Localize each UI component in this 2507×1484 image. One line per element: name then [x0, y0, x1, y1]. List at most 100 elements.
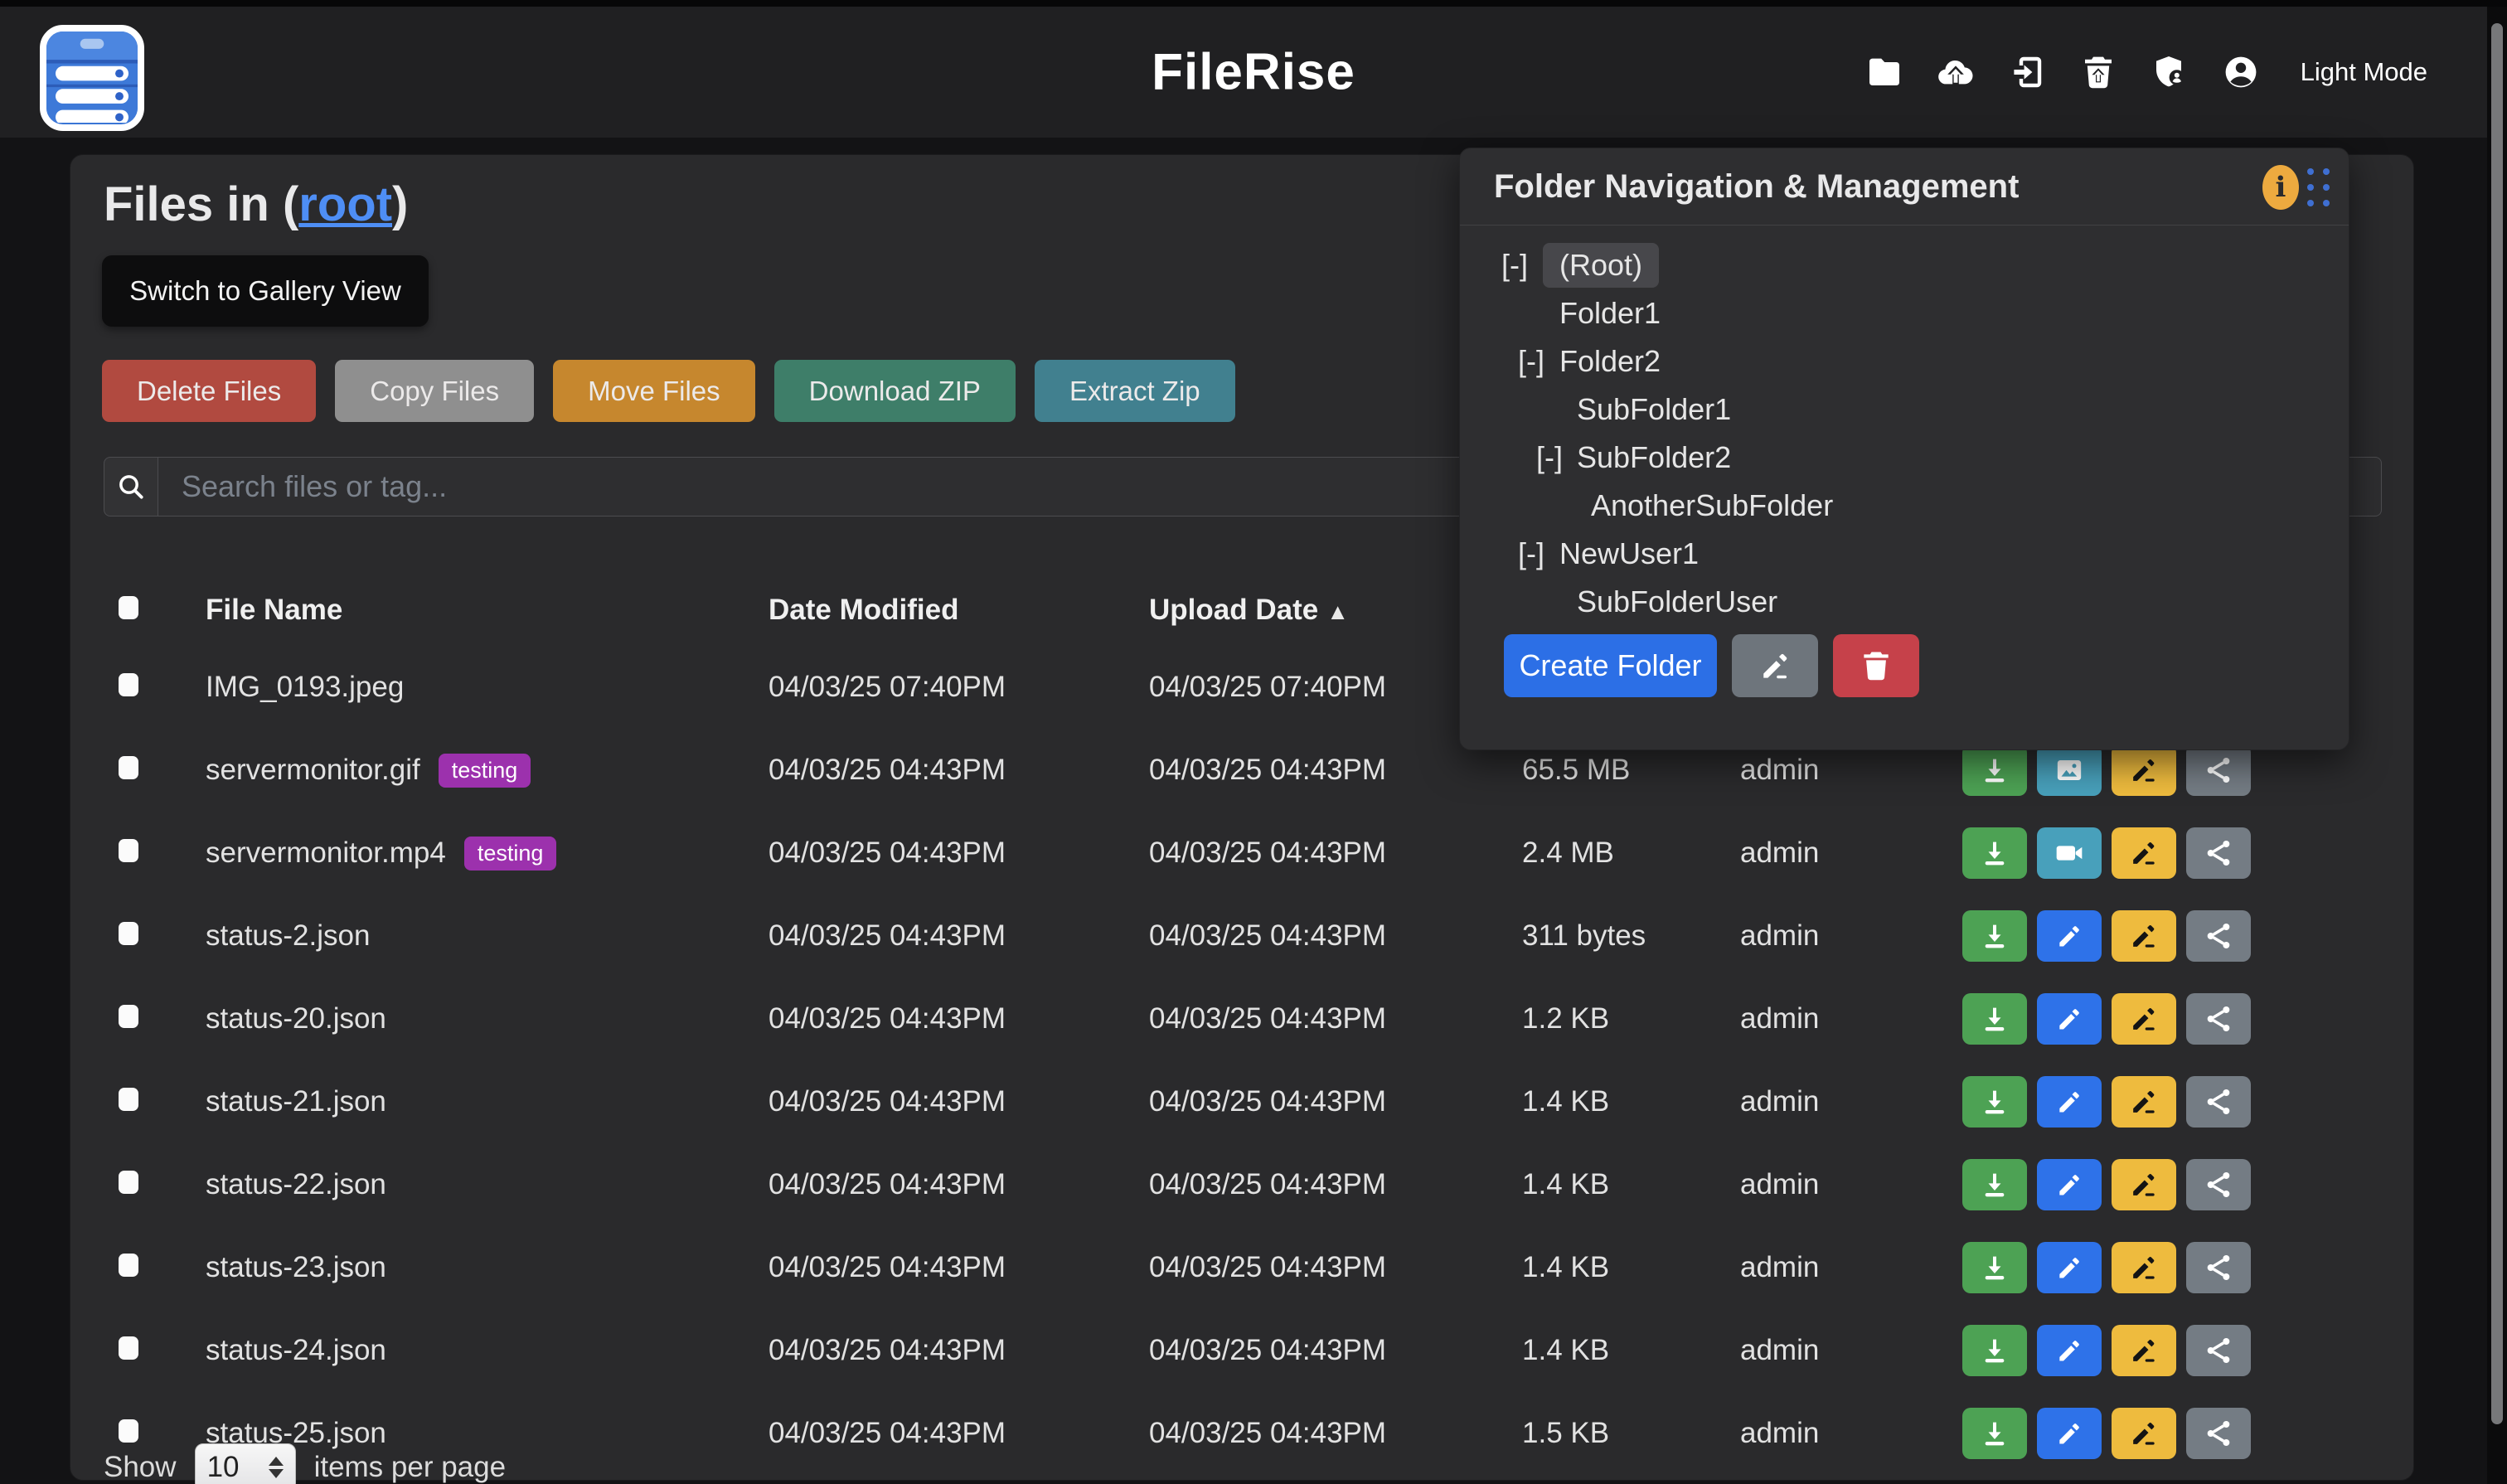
- rename-button[interactable]: [2112, 1076, 2176, 1128]
- row-checkbox[interactable]: [119, 839, 138, 862]
- folder-tree-item-folder1[interactable]: Folder1: [1460, 289, 2349, 337]
- folder-tree-item-subfolderuser[interactable]: SubFolderUser: [1460, 578, 2349, 626]
- folder-label[interactable]: SubFolderUser: [1577, 584, 1777, 619]
- rename-button[interactable]: [2112, 1408, 2176, 1459]
- extract-zip-button[interactable]: Extract Zip: [1035, 360, 1235, 422]
- folder-tree-item-root[interactable]: [-](Root): [1460, 241, 2349, 289]
- file-name[interactable]: status-2.json: [206, 919, 370, 953]
- file-name[interactable]: servermonitor.mp4: [206, 837, 446, 870]
- edit-file-button[interactable]: [2037, 993, 2102, 1045]
- edit-file-button[interactable]: [2037, 1242, 2102, 1293]
- edit-file-button[interactable]: [2037, 1076, 2102, 1128]
- switch-gallery-view-button[interactable]: Switch to Gallery View: [102, 255, 429, 327]
- edit-file-button[interactable]: [2037, 910, 2102, 962]
- row-checkbox[interactable]: [119, 1254, 138, 1277]
- column-header-date-modified[interactable]: Date Modified: [769, 594, 1149, 627]
- rename-button[interactable]: [2112, 1242, 2176, 1293]
- account-circle-icon[interactable]: [2221, 52, 2261, 92]
- file-name[interactable]: status-20.json: [206, 1002, 386, 1035]
- share-button[interactable]: [2186, 910, 2251, 962]
- download-button[interactable]: [1962, 910, 2027, 962]
- folder-tree-item-subfolder2[interactable]: [-]SubFolder2: [1460, 434, 2349, 482]
- folder-label[interactable]: SubFolder1: [1577, 392, 1731, 427]
- share-button[interactable]: [2186, 993, 2251, 1045]
- folder-tree-item-folder2[interactable]: [-]Folder2: [1460, 337, 2349, 386]
- download-button[interactable]: [1962, 1408, 2027, 1459]
- file-name[interactable]: status-21.json: [206, 1085, 386, 1118]
- share-button[interactable]: [2186, 1408, 2251, 1459]
- share-button[interactable]: [2186, 1325, 2251, 1376]
- folder-label[interactable]: Folder1: [1559, 296, 1661, 331]
- file-name[interactable]: IMG_0193.jpeg: [206, 671, 404, 704]
- collapse-toggle-icon[interactable]: [-]: [1518, 536, 1559, 571]
- rename-button[interactable]: [2112, 1159, 2176, 1210]
- rename-folder-button[interactable]: [1732, 634, 1818, 697]
- row-checkbox[interactable]: [119, 922, 138, 945]
- share-button[interactable]: [2186, 744, 2251, 796]
- folder-label[interactable]: NewUser1: [1559, 536, 1699, 571]
- edit-file-button[interactable]: [2037, 1408, 2102, 1459]
- download-zip-button[interactable]: Download ZIP: [774, 360, 1016, 422]
- root-folder-link[interactable]: root: [298, 177, 392, 231]
- folder-label[interactable]: Folder2: [1559, 344, 1661, 379]
- move-files-button[interactable]: Move Files: [553, 360, 755, 422]
- download-button[interactable]: [1962, 744, 2027, 796]
- file-name[interactable]: status-24.json: [206, 1334, 386, 1367]
- file-name[interactable]: servermonitor.gif: [206, 754, 420, 787]
- create-folder-button[interactable]: Create Folder: [1504, 634, 1717, 697]
- row-checkbox[interactable]: [119, 1088, 138, 1111]
- collapse-toggle-icon[interactable]: [-]: [1501, 248, 1543, 283]
- download-button[interactable]: [1962, 1076, 2027, 1128]
- rename-button[interactable]: [2112, 744, 2176, 796]
- edit-file-button[interactable]: [2037, 1325, 2102, 1376]
- row-checkbox[interactable]: [119, 1419, 138, 1443]
- share-button[interactable]: [2186, 1159, 2251, 1210]
- delete-files-button[interactable]: Delete Files: [102, 360, 316, 422]
- collapse-toggle-icon[interactable]: [-]: [1518, 344, 1559, 379]
- folder-tree-item-subfolder1[interactable]: SubFolder1: [1460, 386, 2349, 434]
- folder-label[interactable]: SubFolder2: [1577, 440, 1731, 475]
- folder-label[interactable]: (Root): [1543, 243, 1659, 288]
- download-button[interactable]: [1962, 1242, 2027, 1293]
- collapse-toggle-icon[interactable]: [-]: [1536, 440, 1577, 475]
- file-tag-badge: testing: [439, 754, 531, 788]
- items-per-page-select[interactable]: 10: [195, 1443, 296, 1484]
- folder-tree-item-anothersubfolder[interactable]: AnotherSubFolder: [1460, 482, 2349, 530]
- folder-label[interactable]: AnotherSubFolder: [1591, 488, 1833, 523]
- login-icon[interactable]: [2007, 52, 2047, 92]
- rename-button[interactable]: [2112, 993, 2176, 1045]
- video-preview-button[interactable]: [2037, 827, 2102, 879]
- share-button[interactable]: [2186, 1076, 2251, 1128]
- rename-button[interactable]: [2112, 827, 2176, 879]
- drag-handle-icon[interactable]: [2307, 168, 2330, 206]
- file-name[interactable]: status-23.json: [206, 1251, 386, 1284]
- rename-button[interactable]: [2112, 910, 2176, 962]
- row-checkbox[interactable]: [119, 1336, 138, 1360]
- download-button[interactable]: [1962, 827, 2027, 879]
- restore-trash-icon[interactable]: [2078, 52, 2118, 92]
- folder-tree-item-newuser1[interactable]: [-]NewUser1: [1460, 530, 2349, 578]
- row-checkbox[interactable]: [119, 756, 138, 779]
- rename-button[interactable]: [2112, 1325, 2176, 1376]
- light-mode-toggle[interactable]: Light Mode: [2301, 57, 2427, 87]
- row-checkbox[interactable]: [119, 1005, 138, 1028]
- folder-icon[interactable]: [1864, 52, 1904, 92]
- share-button[interactable]: [2186, 1242, 2251, 1293]
- download-button[interactable]: [1962, 993, 2027, 1045]
- scrollbar-thumb[interactable]: [2491, 23, 2503, 1424]
- image-preview-button[interactable]: [2037, 744, 2102, 796]
- admin-shield-icon[interactable]: [2150, 52, 2189, 92]
- share-button[interactable]: [2186, 827, 2251, 879]
- copy-files-button[interactable]: Copy Files: [335, 360, 534, 422]
- info-icon[interactable]: i: [2262, 165, 2299, 210]
- row-checkbox[interactable]: [119, 1171, 138, 1194]
- row-checkbox[interactable]: [119, 673, 138, 696]
- edit-file-button[interactable]: [2037, 1159, 2102, 1210]
- download-button[interactable]: [1962, 1325, 2027, 1376]
- delete-folder-button[interactable]: [1833, 634, 1919, 697]
- select-all-checkbox[interactable]: [119, 596, 138, 619]
- cloud-upload-icon[interactable]: [1936, 52, 1976, 92]
- column-header-file-name[interactable]: File Name: [206, 594, 769, 627]
- file-name[interactable]: status-22.json: [206, 1168, 386, 1201]
- download-button[interactable]: [1962, 1159, 2027, 1210]
